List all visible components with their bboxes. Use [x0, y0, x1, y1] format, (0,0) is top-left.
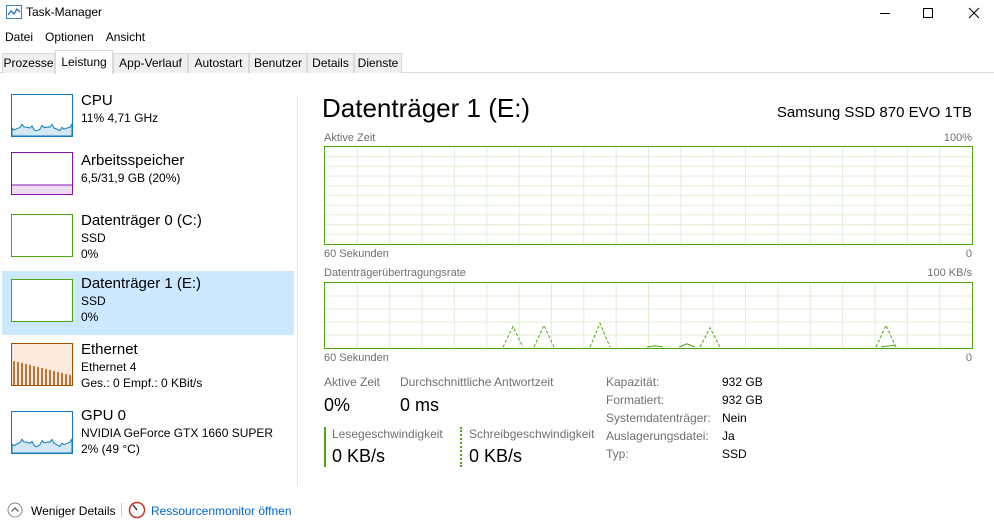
menu-datei[interactable]: Datei [0, 28, 40, 46]
disk-1-thumbnail-graph [11, 279, 73, 322]
resource-monitor-link[interactable]: Ressourcenmonitor öffnen [151, 504, 292, 518]
read-peak [880, 344, 896, 348]
sidebar-item-detail: Ethernet 4 [81, 360, 137, 374]
write-peak [875, 324, 897, 348]
read-speed-label: Lesegeschwindigkeit [332, 427, 443, 441]
write-peak [699, 326, 721, 348]
menu-bar: Datei Optionen Ansicht [0, 28, 152, 46]
cpu-thumbnail-graph [11, 94, 73, 137]
sidebar-item-detail: SSD [81, 231, 106, 245]
property-value: Nein [722, 411, 747, 425]
sidebar-item-gpu-0[interactable]: GPU 0 NVIDIA GeForce GTX 1660 SUPER 2% (49… [2, 403, 294, 467]
property-value: Ja [722, 429, 735, 443]
maximize-icon [923, 8, 933, 18]
disk-0-thumbnail-graph [11, 214, 73, 257]
property-label: Auslagerungsdatei: [606, 429, 709, 443]
property-label: Typ: [606, 447, 629, 461]
property-value: 932 GB [722, 393, 763, 407]
active-time-plot [325, 147, 972, 244]
resource-monitor-icon [128, 501, 146, 519]
fewer-details-link[interactable]: Weniger Details [31, 504, 115, 518]
graph2-time: 60 Sekunden [324, 352, 389, 364]
graph1-time: 60 Sekunden [324, 248, 389, 260]
graph1-max: 100% [943, 132, 972, 144]
active-time-graph [324, 146, 973, 245]
sidebar-item-name: Ethernet [81, 341, 138, 358]
property-label: Systemdatenträger: [606, 411, 711, 425]
active-time-value: 0% [324, 395, 351, 415]
read-speed-value: 0 KB/s [332, 446, 386, 466]
sidebar-item-subdetail: 0% [81, 247, 99, 261]
window-title: Task-Manager [26, 5, 103, 19]
tab-leistung[interactable]: Leistung [55, 50, 113, 74]
sidebar-item-detail: NVIDIA GeForce GTX 1660 SUPER [81, 426, 274, 440]
tab-app-verlauf[interactable]: App-Verlauf [113, 53, 188, 73]
read-speed-marker [324, 427, 326, 467]
read-peak [678, 343, 696, 348]
property-label: Formatiert: [606, 393, 665, 407]
sidebar-item-subdetail: 0% [81, 310, 99, 324]
sidebar-item-disk-0[interactable]: Datenträger 0 (C:) SSD 0% [2, 208, 294, 272]
graph2-min: 0 [965, 352, 972, 364]
footer-divider [121, 503, 122, 517]
footer: Weniger Details Ressourcenmonitor öffnen [0, 500, 994, 524]
tab-benutzer[interactable]: Benutzer [249, 53, 307, 73]
sidebar-item-subdetail: 2% (49 °C) [81, 442, 140, 456]
graph2-max: 100 KB/s [927, 267, 972, 279]
property-value: 932 GB [722, 375, 763, 389]
task-manager-icon [6, 5, 22, 19]
sidebar-item-name: GPU 0 [81, 407, 127, 424]
write-speed-label: Schreibgeschwindigkeit [469, 427, 595, 441]
maximize-button[interactable] [905, 0, 951, 26]
minimize-icon [880, 13, 890, 14]
panel-divider [297, 96, 298, 486]
tab-details[interactable]: Details [307, 53, 354, 73]
sidebar-item-detail: 6,5/31,9 GB (20%) [81, 171, 181, 185]
sidebar-item-detail: 11% 4,71 GHz [81, 111, 159, 125]
sidebar-item-ethernet[interactable]: Ethernet Ethernet 4 Ges.: 0 Empf.: 0 KBit/… [2, 337, 294, 401]
transfer-rate-graph [324, 282, 973, 349]
menu-ansicht[interactable]: Ansicht [101, 28, 152, 46]
property-value: SSD [722, 447, 747, 461]
sidebar-item-memory[interactable]: Arbeitsspeicher 6,5/31,9 GB (20%) [2, 148, 294, 212]
disk-model: Samsung SSD 870 EVO 1TB [776, 104, 972, 121]
active-time-label: Aktive Zeit [324, 375, 381, 389]
tab-prozesse[interactable]: Prozesse [2, 53, 55, 73]
write-speed-marker [460, 427, 462, 467]
sidebar-item-disk-1[interactable]: Datenträger 1 (E:) SSD 0% [2, 271, 294, 335]
close-icon [968, 7, 980, 19]
minimize-button[interactable] [862, 0, 908, 26]
graph1-label: Aktive Zeit [324, 132, 376, 144]
sidebar-item-detail: SSD [81, 294, 106, 308]
ethernet-thumbnail-graph [11, 343, 73, 386]
graph2-label: Datenträgerübertragungsrate [324, 267, 466, 279]
page-title: Datenträger 1 (E:) [322, 93, 531, 123]
sidebar-item-name: Arbeitsspeicher [81, 152, 185, 169]
title-bar: Task-Manager [0, 0, 994, 26]
tab-bar: Prozesse Leistung App-Verlauf Autostart … [0, 50, 994, 74]
graph1-min: 0 [965, 248, 972, 260]
tab-autostart[interactable]: Autostart [188, 53, 249, 73]
sidebar-item-subdetail: Ges.: 0 Empf.: 0 KBit/s [81, 376, 203, 390]
sidebar-item-name: Datenträger 1 (E:) [81, 275, 202, 292]
gpu-0-thumbnail-graph [11, 411, 73, 454]
memory-thumbnail-graph [11, 152, 73, 195]
chevron-up-icon[interactable] [7, 502, 23, 518]
close-button[interactable] [951, 0, 994, 26]
write-speed-value: 0 KB/s [469, 446, 523, 466]
transfer-rate-plot [325, 283, 972, 348]
write-peak [502, 325, 524, 348]
tab-dienste[interactable]: Dienste [354, 53, 402, 73]
response-time-label: Durchschnittliche Antwortzeit [400, 375, 554, 389]
read-peak [646, 345, 664, 348]
sidebar-item-name: CPU [81, 92, 113, 109]
menu-optionen[interactable]: Optionen [40, 28, 101, 46]
sidebar-item-name: Datenträger 0 (C:) [81, 212, 202, 229]
response-time-value: 0 ms [400, 395, 440, 415]
property-label: Kapazität: [606, 375, 660, 389]
sidebar-item-cpu[interactable]: CPU 11% 4,71 GHz [2, 88, 294, 152]
